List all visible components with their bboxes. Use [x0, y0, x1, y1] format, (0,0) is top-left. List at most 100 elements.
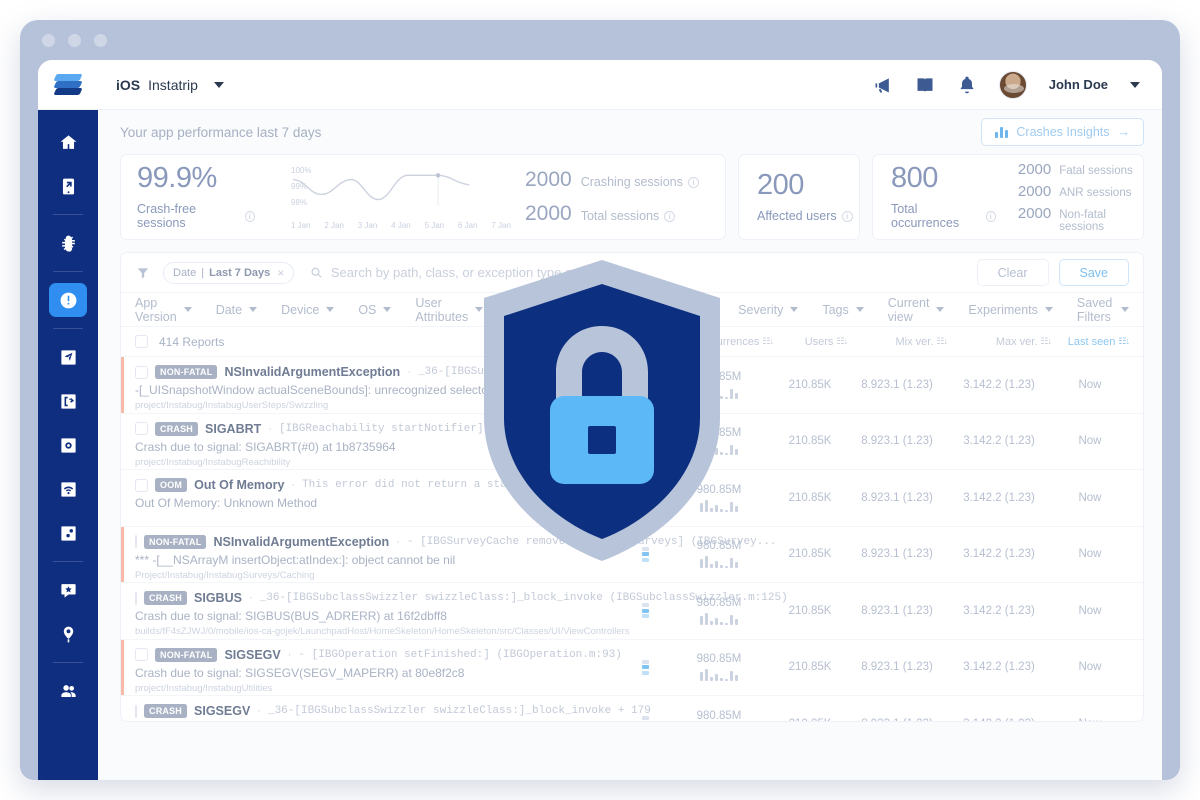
row-checkbox[interactable]: [135, 648, 148, 661]
row-users-value: 210.85K: [788, 548, 832, 561]
table-row[interactable]: CRASH SIGSEGV · _36-[IBGSubclassSwizzler sw…: [121, 696, 1143, 721]
row-checkbox[interactable]: [135, 591, 137, 605]
total-occurrences-block: 800 Total occurrences i: [891, 164, 996, 230]
row-title-line: CRASH SIGBUS · _36-[IBGSubclassSwizzler swi…: [135, 591, 788, 605]
sidebar-item-broadcast[interactable]: [49, 472, 87, 506]
sidebar-item-bugs[interactable]: [49, 226, 87, 260]
row-checkbox[interactable]: [135, 478, 148, 492]
occurrences-sparkbars-icon: [700, 499, 738, 512]
sidebar-item-settings-sliders[interactable]: [49, 516, 87, 550]
avatar[interactable]: [998, 70, 1027, 99]
wifi-broadcast-icon: [60, 481, 76, 497]
save-filters-button[interactable]: Save: [1058, 259, 1129, 286]
sidebar-item-apm[interactable]: [49, 428, 87, 462]
table-row[interactable]: CRASH SIGABRT · [IBGReachability startNotif…: [121, 414, 1143, 470]
sidebar-item-feedback[interactable]: [49, 340, 87, 374]
sidebar-item-surveys[interactable]: [49, 573, 87, 607]
book-icon[interactable]: [915, 75, 935, 95]
select-all-checkbox[interactable]: [135, 335, 148, 348]
dropdown-status[interactable]: Status: [573, 303, 624, 317]
row-checkbox[interactable]: [135, 365, 148, 379]
sidebar-item-home[interactable]: [49, 125, 87, 159]
row-checkbox[interactable]: [135, 704, 137, 718]
affected-users-value: 200: [757, 169, 804, 201]
app-logo[interactable]: [38, 60, 98, 110]
chevron-down-icon: [855, 307, 864, 312]
dropdown-date[interactable]: Date: [216, 303, 258, 317]
total-sessions-value: 2000: [525, 202, 572, 225]
sidebar-item-app[interactable]: [49, 169, 87, 203]
column-headers: Severity ☷↓ Occurrences ☷↓ Users ☷↓ Mix ver…: [605, 336, 1130, 348]
row-checkbox[interactable]: [135, 422, 148, 435]
column-header-last-seen[interactable]: Last seen ☷↓: [1051, 336, 1130, 348]
row-max-ver-value: 3.142.2 (1.23): [963, 491, 1035, 504]
info-icon[interactable]: i: [664, 210, 676, 222]
dropdown-app-version[interactable]: App Version: [135, 296, 192, 324]
row-method-signature: _36-[IBGSubclassSwizzler swizzleClass:]_…: [267, 705, 651, 717]
table-row[interactable]: OOM Out Of Memory · This error did not retu…: [121, 470, 1143, 527]
sidebar-item-users[interactable]: [49, 674, 87, 708]
paper-plane-icon: [60, 349, 76, 365]
row-users-value: 210.85K: [788, 491, 832, 504]
bell-icon[interactable]: [957, 75, 977, 95]
window-close-button[interactable]: [42, 33, 55, 47]
row-max-ver-value: 3.142.2 (1.23): [963, 435, 1035, 448]
column-header-max-ver[interactable]: Max ver. ☷↓: [947, 336, 1052, 348]
dropdown-severity[interactable]: Severity: [738, 303, 799, 317]
window-maximize-button[interactable]: [94, 33, 107, 47]
sparkline-path: [293, 173, 470, 206]
info-icon[interactable]: i: [985, 210, 996, 222]
table-row[interactable]: NON-FATAL SIGSEGV · - [IBGOperation setFini…: [121, 639, 1143, 696]
x-tick: 6 Jan: [457, 221, 478, 230]
megaphone-icon[interactable]: [873, 75, 893, 95]
sidebar-item-location[interactable]: [49, 617, 87, 651]
row-last-seen-value: Now: [1078, 604, 1102, 617]
dropdown-user-attributes[interactable]: User Attributes: [415, 296, 484, 324]
column-header-users[interactable]: Users ☷↓: [773, 336, 848, 348]
crashes-insights-button[interactable]: Crashes Insights →: [981, 118, 1144, 146]
dropdown-saved-filters[interactable]: Saved Filters: [1077, 296, 1129, 324]
search-box[interactable]: [310, 265, 977, 280]
column-header-mix-ver[interactable]: Mix ver. ☷↓: [847, 336, 948, 348]
sidebar-item-crashes[interactable]: [49, 283, 87, 317]
bug-icon: [61, 235, 75, 252]
search-input[interactable]: [330, 265, 977, 280]
user-menu-chevron-down-icon[interactable]: [1130, 81, 1140, 88]
app-switcher-chevron-down-icon[interactable]: [213, 81, 224, 88]
date-filter-chip[interactable]: Date | Last 7 Days ×: [163, 261, 295, 284]
info-icon[interactable]: i: [687, 176, 699, 188]
crash-free-value: 99.9%: [137, 162, 217, 194]
app-header: iOS Instatrip John Doe: [38, 60, 1162, 110]
column-header-occurrences[interactable]: Occurrences ☷↓: [665, 336, 774, 348]
row-type-badge: CRASH: [155, 421, 199, 436]
dropdown-device[interactable]: Device: [281, 303, 335, 317]
column-header-severity[interactable]: Severity ☷↓: [605, 336, 666, 348]
filter-funnel-icon[interactable]: [135, 266, 151, 280]
dropdown-current-view[interactable]: Current view: [888, 296, 945, 324]
grid-apps-icon: [60, 437, 76, 453]
dropdown-tags[interactable]: Tags: [822, 303, 864, 317]
table-row[interactable]: NON-FATAL NSInvalidArgumentException · - [I…: [121, 526, 1143, 583]
sidebar-item-session-replay[interactable]: [49, 384, 87, 418]
window-minimize-button[interactable]: [68, 33, 81, 47]
dropdown-os[interactable]: OS: [358, 303, 392, 317]
row-checkbox[interactable]: [135, 535, 137, 548]
crashing-sessions-row: 2000 Crashing sessions i: [525, 168, 699, 192]
dropdown-experiments[interactable]: Experiments: [968, 303, 1053, 317]
crashing-sessions-label: Crashing sessions i: [581, 175, 699, 189]
row-title-line: CRASH SIGABRT · [IBGReachability startNotif…: [135, 421, 625, 436]
anr-sessions-row: 2000 ANR sessions: [1018, 183, 1143, 200]
chip-remove-close-icon[interactable]: ×: [277, 266, 284, 280]
info-icon[interactable]: i: [841, 210, 853, 222]
row-separator-dot: ·: [291, 479, 296, 491]
table-row[interactable]: NON-FATAL NSInvalidArgumentException · _36-…: [121, 357, 1143, 414]
row-type-badge: NON-FATAL: [155, 365, 218, 379]
row-last-seen-value: Now: [1078, 661, 1102, 674]
sidebar-divider: [53, 561, 83, 562]
dropdown-type[interactable]: Type: [507, 303, 550, 317]
app-viewport: iOS Instatrip John Doe Your app performa…: [38, 60, 1162, 780]
clear-filters-button[interactable]: Clear: [976, 259, 1049, 286]
info-icon[interactable]: i: [244, 210, 255, 222]
table-row[interactable]: CRASH SIGBUS · _36-[IBGSubclassSwizzler swi…: [121, 583, 1143, 640]
dropdown-assignee[interactable]: Assignee: [648, 303, 715, 317]
